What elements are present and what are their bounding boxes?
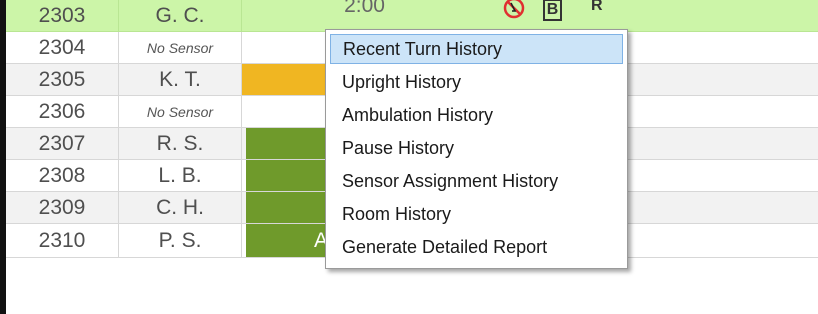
b-box-icon[interactable]: B [543, 0, 562, 21]
r-letter-icon[interactable]: R [591, 0, 603, 15]
room-number: 2309 [6, 192, 119, 223]
patient-name: No Sensor [119, 32, 242, 63]
room-number: 2304 [6, 32, 119, 63]
room-number: 2310 [6, 224, 119, 257]
patient-name: P. S. [119, 224, 242, 257]
no-turn-circle-icon[interactable] [503, 0, 525, 19]
patient-name: No Sensor [119, 96, 242, 127]
patient-monitor-table: 2303 G. C. 2:00 B R 2304 No Sensor 2305 … [0, 0, 818, 314]
menu-item-recent-turn-history[interactable]: Recent Turn History [330, 34, 623, 64]
menu-item-generate-detailed-report[interactable]: Generate Detailed Report [330, 232, 623, 262]
room-number: 2307 [6, 128, 119, 159]
menu-item-sensor-assignment-history[interactable]: Sensor Assignment History [330, 166, 623, 196]
room-number: 2303 [6, 0, 119, 31]
patient-name: C. H. [119, 192, 242, 223]
menu-item-ambulation-history[interactable]: Ambulation History [330, 100, 623, 130]
turn-timer: 2:00 [344, 0, 385, 17]
menu-item-upright-history[interactable]: Upright History [330, 67, 623, 97]
status-bar-green [246, 128, 332, 159]
room-number: 2305 [6, 64, 119, 95]
context-menu: Recent Turn History Upright History Ambu… [325, 29, 628, 269]
patient-name: L. B. [119, 160, 242, 191]
patient-name: G. C. [119, 0, 242, 31]
patient-name: K. T. [119, 64, 242, 95]
room-number: 2308 [6, 160, 119, 191]
menu-item-room-history[interactable]: Room History [330, 199, 623, 229]
menu-item-pause-history[interactable]: Pause History [330, 133, 623, 163]
status-bar-amber [242, 64, 332, 95]
status-bar-green [246, 160, 332, 191]
status-cell[interactable]: 2:00 [242, 0, 487, 31]
table-row-2303[interactable]: 2303 G. C. 2:00 B R [6, 0, 818, 32]
patient-name: R. S. [119, 128, 242, 159]
room-number: 2306 [6, 96, 119, 127]
status-bar-green [246, 192, 332, 223]
